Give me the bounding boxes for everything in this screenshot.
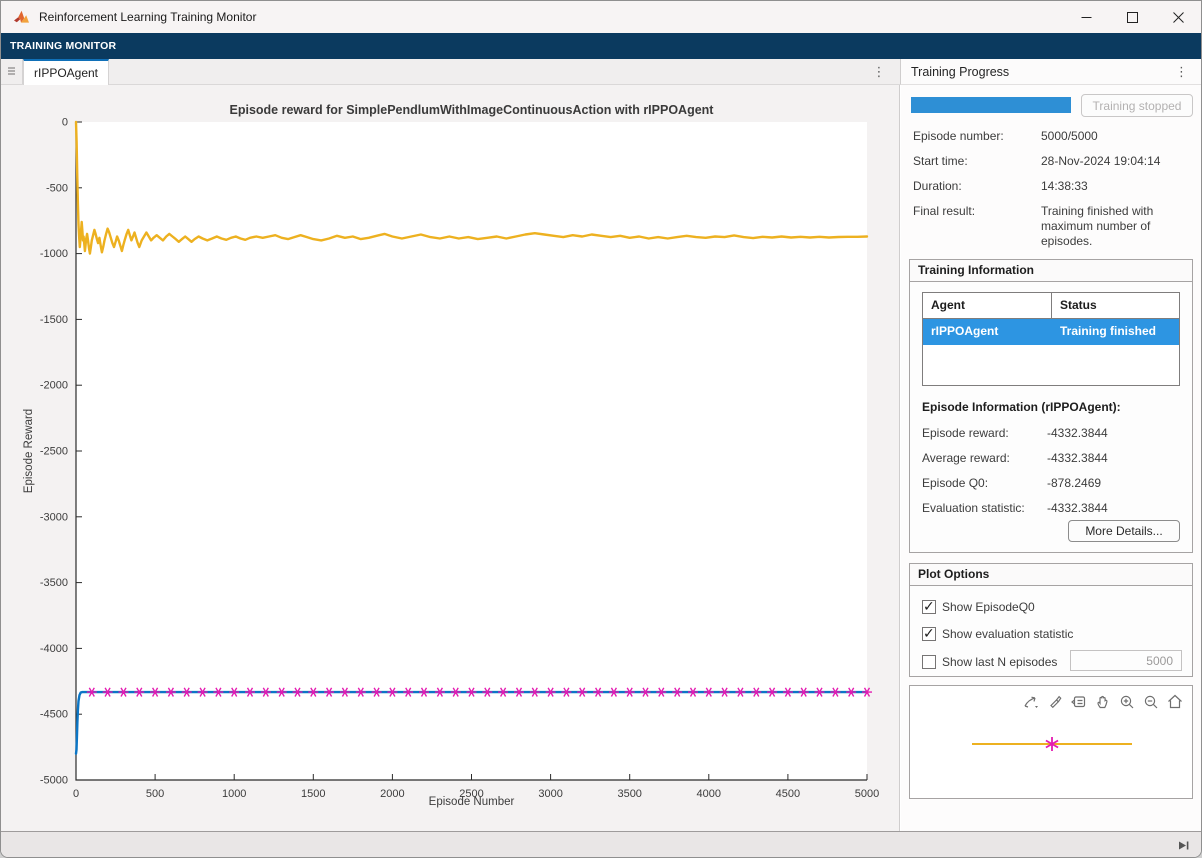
section-title: Plot Options bbox=[910, 564, 1192, 586]
field-value: 28-Nov-2024 19:04:14 bbox=[1041, 154, 1199, 169]
progress-fill bbox=[911, 97, 1071, 113]
show-episodeq0-checkbox[interactable]: Show EpisodeQ0 bbox=[922, 598, 1035, 616]
matlab-logo-icon bbox=[13, 9, 30, 26]
more-details-button[interactable]: More Details... bbox=[1068, 520, 1180, 542]
training-plot-panel: Episode reward for SimplePendlumWithImag… bbox=[1, 85, 900, 831]
last-n-episodes-input[interactable] bbox=[1070, 650, 1182, 671]
document-tabstrip: rIPPOAgent ⋮ bbox=[1, 59, 900, 85]
app-window: Reinforcement Learning Training Monitor … bbox=[0, 0, 1202, 858]
svg-text:-3500: -3500 bbox=[40, 577, 68, 589]
column-header-agent: Agent bbox=[923, 293, 1051, 318]
field-value: -878.2469 bbox=[1047, 476, 1197, 491]
field-value: Training finished with maximum number of… bbox=[1041, 204, 1199, 249]
field-label: Episode number: bbox=[913, 129, 1004, 143]
tab-rippoagent[interactable]: rIPPOAgent bbox=[23, 59, 109, 85]
table-header-row: Agent Status bbox=[923, 293, 1179, 319]
svg-text:-4000: -4000 bbox=[40, 643, 68, 655]
titlebar: Reinforcement Learning Training Monitor bbox=[1, 1, 1201, 33]
skip-to-end-icon[interactable] bbox=[1173, 836, 1193, 854]
panel-title: Training Progress bbox=[911, 65, 1172, 79]
plot-options-section: Plot Options Show EpisodeQ0 Show evaluat… bbox=[909, 563, 1193, 677]
svg-text:1500: 1500 bbox=[301, 788, 325, 800]
table-row[interactable]: rIPPOAgent Training finished bbox=[923, 319, 1179, 345]
checkbox-label: Show last N episodes bbox=[942, 655, 1057, 669]
ribbon-tab-label: TRAINING MONITOR bbox=[10, 40, 116, 52]
svg-text:-1000: -1000 bbox=[40, 248, 68, 260]
svg-text:2000: 2000 bbox=[380, 788, 404, 800]
field-label: Final result: bbox=[913, 204, 975, 218]
statusbar bbox=[1, 831, 1201, 857]
minimize-button[interactable] bbox=[1063, 1, 1109, 33]
episode-info-heading: Episode Information (rIPPOAgent): bbox=[922, 400, 1121, 414]
maximize-button[interactable] bbox=[1109, 1, 1155, 33]
training-chart: 0 500 1000 1500 2000 2500 3000 3500 4000 4500 5000… bbox=[1, 85, 900, 833]
field-label: Duration: bbox=[913, 179, 962, 193]
document-list-icon[interactable] bbox=[1, 59, 23, 84]
pan-icon[interactable] bbox=[1093, 692, 1112, 711]
axes-toolbar bbox=[1021, 692, 1184, 711]
field-label: Episode reward: bbox=[922, 426, 1009, 440]
svg-text:0: 0 bbox=[73, 788, 79, 800]
datatips-icon[interactable] bbox=[1069, 692, 1088, 711]
field-value: -4332.3844 bbox=[1047, 426, 1197, 441]
tab-label: rIPPOAgent bbox=[34, 66, 98, 80]
field-value: -4332.3844 bbox=[1047, 451, 1197, 466]
svg-text:4000: 4000 bbox=[697, 788, 721, 800]
window-controls bbox=[1063, 1, 1201, 33]
svg-text:-1500: -1500 bbox=[40, 314, 68, 326]
svg-text:-500: -500 bbox=[46, 182, 68, 194]
field-value: 5000/5000 bbox=[1041, 129, 1199, 144]
svg-text:1000: 1000 bbox=[222, 788, 246, 800]
svg-text:3500: 3500 bbox=[617, 788, 641, 800]
svg-text:-4500: -4500 bbox=[40, 709, 68, 721]
column-header-status: Status bbox=[1051, 293, 1179, 318]
svg-text:-2000: -2000 bbox=[40, 380, 68, 392]
field-label: Evaluation statistic: bbox=[922, 501, 1025, 515]
zoom-out-icon[interactable] bbox=[1141, 692, 1160, 711]
window-title: Reinforcement Learning Training Monitor bbox=[39, 10, 256, 24]
field-value: -4332.3844 bbox=[1047, 501, 1197, 516]
checkbox-icon[interactable] bbox=[922, 627, 936, 641]
panel-options-icon[interactable]: ⋮ bbox=[1172, 64, 1191, 80]
mini-plot-section bbox=[909, 685, 1193, 799]
training-information-section: Training Information Agent Status rIPPOA… bbox=[909, 259, 1193, 553]
checkbox-label: Show evaluation statistic bbox=[942, 627, 1073, 641]
checkbox-icon[interactable] bbox=[922, 600, 936, 614]
field-label: Episode Q0: bbox=[922, 476, 988, 490]
training-progress-panel: Training stopped Episode number: 5000/50… bbox=[901, 85, 1201, 831]
show-evaluation-statistic-checkbox[interactable]: Show evaluation statistic bbox=[922, 625, 1073, 643]
field-value: 14:38:33 bbox=[1041, 179, 1199, 194]
svg-text:500: 500 bbox=[146, 788, 164, 800]
training-stopped-button[interactable]: Training stopped bbox=[1081, 94, 1193, 117]
svg-text:2500: 2500 bbox=[459, 788, 483, 800]
svg-text:-5000: -5000 bbox=[40, 775, 68, 787]
ribbon-bar: TRAINING MONITOR bbox=[1, 33, 1201, 59]
svg-text:4500: 4500 bbox=[776, 788, 800, 800]
training-progress-bar bbox=[911, 97, 1071, 113]
tab-options-icon[interactable]: ⋮ bbox=[867, 59, 891, 84]
zoom-in-icon[interactable] bbox=[1117, 692, 1136, 711]
svg-text:5000: 5000 bbox=[855, 788, 879, 800]
training-progress-header: Training Progress ⋮ bbox=[900, 59, 1201, 85]
svg-text:3000: 3000 bbox=[538, 788, 562, 800]
brush-icon[interactable] bbox=[1045, 692, 1064, 711]
checkbox-label: Show EpisodeQ0 bbox=[942, 600, 1035, 614]
checkbox-icon[interactable] bbox=[922, 655, 936, 669]
agent-status-table: Agent Status rIPPOAgent Training finishe… bbox=[922, 292, 1180, 386]
agent-cell: rIPPOAgent bbox=[923, 319, 1051, 345]
svg-text:-3000: -3000 bbox=[40, 511, 68, 523]
section-title: Training Information bbox=[910, 260, 1192, 282]
status-cell: Training finished bbox=[1051, 319, 1179, 345]
field-label: Start time: bbox=[913, 154, 968, 168]
restore-view-icon[interactable] bbox=[1165, 692, 1184, 711]
svg-text:-2500: -2500 bbox=[40, 446, 68, 458]
export-icon[interactable] bbox=[1021, 692, 1040, 711]
svg-text:0: 0 bbox=[62, 117, 68, 129]
show-last-n-episodes-checkbox[interactable]: Show last N episodes bbox=[922, 653, 1057, 671]
field-label: Average reward: bbox=[922, 451, 1010, 465]
close-button[interactable] bbox=[1155, 1, 1201, 33]
